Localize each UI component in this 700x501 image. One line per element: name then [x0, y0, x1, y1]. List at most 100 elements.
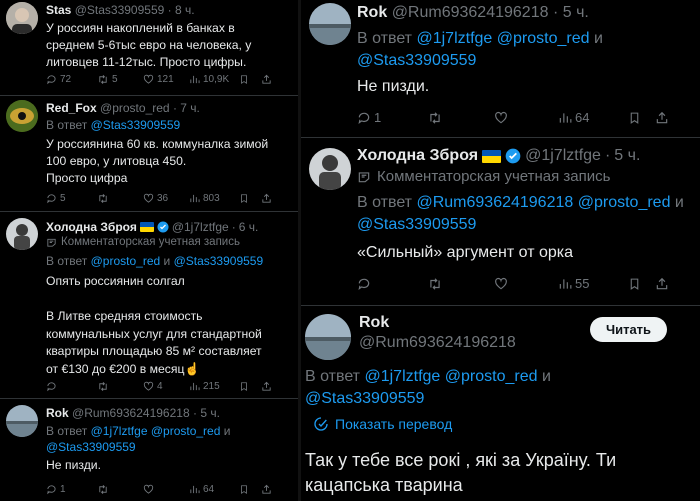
share-icon[interactable] — [261, 193, 272, 204]
mention-link[interactable]: @Rum693624196218 — [416, 194, 573, 211]
author-name[interactable]: Stas — [46, 3, 71, 17]
mention-link[interactable]: @Stas33909559 — [91, 118, 181, 132]
repost-button[interactable]: 5 — [97, 74, 143, 85]
tweet-red-fox[interactable]: Red_Fox @prosto_red · 7 ч. В ответ @Stas… — [0, 96, 298, 210]
tweet-rok-focused[interactable]: Rok @Rum693624196218 Читать В ответ @1j7… — [301, 306, 700, 501]
mention-link[interactable]: @1j7lztfge — [91, 424, 148, 438]
mention-link[interactable]: @prosto_red — [91, 254, 161, 268]
views-button[interactable]: 215 — [189, 381, 239, 392]
avatar[interactable] — [309, 3, 351, 45]
like-button[interactable]: 36 — [143, 193, 189, 204]
author-name[interactable]: Rok — [359, 314, 389, 332]
mention-link[interactable]: @1j7lztfge — [416, 30, 492, 47]
mention-link[interactable]: @prosto_red — [578, 194, 671, 211]
author-handle[interactable]: @prosto_red — [100, 101, 170, 115]
views-button[interactable]: 803 — [189, 193, 239, 204]
mention-link[interactable]: @Stas33909559 — [357, 216, 476, 233]
reply-button[interactable] — [357, 277, 427, 291]
tweet-text: «Сильный» аргумент от орка — [357, 244, 574, 261]
mention-link[interactable]: @Stas33909559 — [46, 440, 136, 454]
like-button[interactable]: 4 — [143, 381, 189, 392]
bookmark-icon[interactable] — [239, 484, 249, 495]
avatar[interactable] — [305, 314, 351, 360]
bookmark-icon[interactable] — [628, 277, 641, 291]
avatar[interactable] — [6, 100, 38, 132]
timestamp[interactable]: 6 ч. — [239, 220, 259, 234]
timestamp[interactable]: 5 ч. — [563, 4, 589, 21]
tweet-kholodna-zbroya[interactable]: Холодна Зброя @1j7lztfge · 5 ч. Коммента… — [301, 138, 700, 305]
author-handle[interactable]: @1j7lztfge — [525, 147, 601, 165]
share-icon[interactable] — [655, 111, 669, 125]
like-button[interactable] — [494, 111, 558, 125]
mention-link[interactable]: @Stas33909559 — [305, 390, 424, 407]
commentator-icon — [358, 171, 370, 182]
mention-link[interactable]: @prosto_red — [497, 30, 590, 47]
timestamp[interactable]: 8 ч. — [175, 3, 195, 17]
reply-button[interactable]: 5 — [46, 193, 97, 204]
mention-link[interactable]: @Stas33909559 — [357, 52, 476, 69]
mention-link[interactable]: @prosto_red — [445, 368, 538, 385]
reply-button[interactable]: 72 — [46, 74, 97, 85]
author-name[interactable]: Холодна Зброя — [357, 147, 478, 165]
author-handle[interactable]: @Rum693624196218 — [359, 334, 516, 352]
repost-icon — [99, 382, 107, 391]
views-button[interactable]: 55 — [558, 276, 628, 291]
repost-icon — [430, 111, 440, 124]
repost-button[interactable] — [97, 193, 143, 204]
ukraine-flag-icon — [482, 149, 502, 163]
bookmark-icon[interactable] — [239, 381, 249, 392]
tweet-rok[interactable]: Rok @Rum693624196218 · 5 ч. В ответ @1j7… — [0, 399, 298, 501]
views-icon — [559, 112, 572, 123]
repost-button[interactable] — [427, 277, 494, 291]
timestamp[interactable]: 5 ч. — [200, 406, 220, 420]
avatar[interactable] — [6, 405, 38, 437]
author-handle[interactable]: @Stas33909559 — [75, 3, 165, 17]
like-button[interactable]: 121 — [143, 74, 189, 85]
mention-link[interactable]: @1j7lztfge — [364, 368, 440, 385]
tweet-kholodna-zbroya[interactable]: Холодна Зброя @1j7lztfge · 6 ч. Коммента… — [0, 212, 298, 398]
reply-button[interactable]: 1 — [357, 110, 427, 125]
read-button[interactable]: Читать — [590, 317, 667, 342]
bookmark-icon[interactable] — [628, 111, 641, 125]
reply-button[interactable] — [46, 381, 97, 392]
timestamp[interactable]: 5 ч. — [614, 147, 640, 165]
author-handle[interactable]: @1j7lztfge — [172, 220, 229, 234]
heart-icon — [143, 74, 154, 84]
author-name[interactable]: Rok — [357, 4, 387, 21]
views-button[interactable]: 64 — [189, 484, 239, 495]
views-button[interactable]: 10,9K — [189, 74, 239, 85]
like-button[interactable] — [494, 277, 558, 291]
avatar[interactable] — [6, 2, 38, 34]
tweet-text: У россиянина 60 кв. коммуналка зимой 100… — [46, 137, 269, 185]
mention-link[interactable]: @Stas33909559 — [174, 254, 264, 268]
tweet-stas[interactable]: Stas @Stas33909559 · 8 ч. У россиян нако… — [0, 0, 298, 95]
share-icon[interactable] — [261, 484, 272, 495]
right-thread-screenshot: Rok @Rum693624196218 · 5 ч. В ответ @1j7… — [301, 0, 700, 501]
author-handle[interactable]: @Rum693624196218 — [392, 4, 549, 21]
share-icon[interactable] — [655, 277, 669, 291]
share-icon[interactable] — [261, 381, 272, 392]
ukraine-flag-icon — [139, 222, 154, 232]
repost-button[interactable] — [427, 111, 494, 125]
bookmark-icon[interactable] — [239, 193, 249, 204]
avatar[interactable] — [6, 218, 38, 250]
author-name[interactable]: Холодна Зброя — [46, 220, 137, 234]
share-icon[interactable] — [261, 74, 272, 85]
reply-button[interactable]: 1 — [46, 484, 97, 495]
author-name[interactable]: Rok — [46, 406, 69, 420]
views-button[interactable]: 64 — [558, 110, 628, 125]
like-button[interactable] — [143, 484, 189, 495]
repost-button[interactable] — [97, 381, 143, 392]
repost-button[interactable] — [97, 484, 143, 495]
verified-badge-icon[interactable] — [505, 148, 521, 164]
tweet-rok[interactable]: Rok @Rum693624196218 · 5 ч. В ответ @1j7… — [301, 0, 700, 137]
show-translation-link[interactable]: Показать перевод — [313, 416, 452, 432]
bookmark-icon[interactable] — [239, 74, 249, 85]
timestamp[interactable]: 7 ч. — [180, 101, 200, 115]
mention-link[interactable]: @prosto_red — [151, 424, 221, 438]
avatar[interactable] — [309, 148, 351, 190]
views-icon — [190, 194, 200, 203]
author-name[interactable]: Red_Fox — [46, 101, 97, 115]
author-handle[interactable]: @Rum693624196218 — [72, 406, 190, 420]
verified-badge-icon[interactable] — [157, 221, 169, 233]
